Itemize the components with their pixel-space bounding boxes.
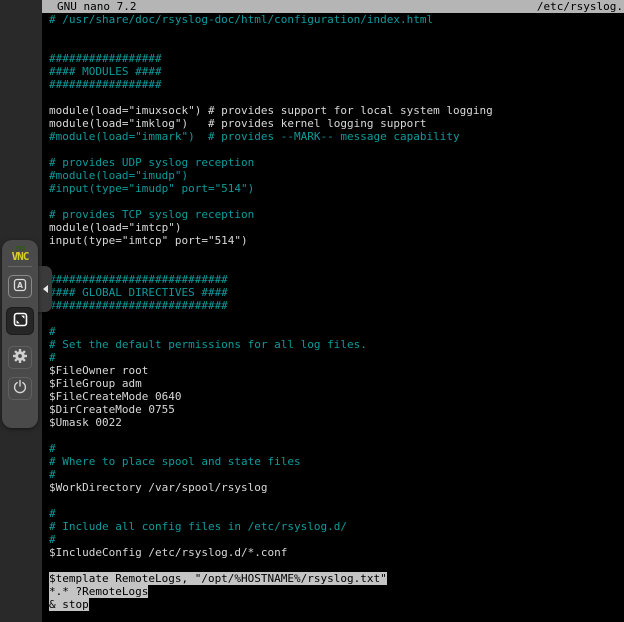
code-line: $DirCreateMode 0755 bbox=[49, 403, 624, 416]
code-line bbox=[49, 312, 624, 325]
code-line bbox=[49, 429, 624, 442]
settings-button[interactable] bbox=[8, 346, 32, 369]
code-line bbox=[49, 26, 624, 39]
disconnect-button[interactable] bbox=[8, 377, 32, 400]
nano-filename: /etc/rsyslog. bbox=[537, 0, 623, 13]
code-line: $template RemoteLogs, "/opt/%HOSTNAME%/r… bbox=[49, 572, 624, 585]
code-line bbox=[49, 260, 624, 273]
code-line: $WorkDirectory /var/spool/rsyslog bbox=[49, 481, 624, 494]
code-line bbox=[49, 39, 624, 52]
code-line: $FileGroup adm bbox=[49, 377, 624, 390]
novnc-logo-vnc: VNC bbox=[12, 253, 29, 261]
code-line bbox=[49, 195, 624, 208]
code-line: #### GLOBAL DIRECTIVES #### bbox=[49, 286, 624, 299]
nano-version: GNU nano 7.2 bbox=[57, 0, 136, 13]
code-line: # bbox=[49, 325, 624, 338]
nano-titlebar: GNU nano 7.2 /etc/rsyslog. bbox=[42, 0, 624, 13]
code-line bbox=[49, 247, 624, 260]
code-line: ########################### bbox=[49, 273, 624, 286]
code-line: $FileOwner root bbox=[49, 364, 624, 377]
code-line: # bbox=[49, 442, 624, 455]
code-line: # Include all config files in /etc/rsysl… bbox=[49, 520, 624, 533]
code-line: # /usr/share/doc/rsyslog-doc/html/config… bbox=[49, 13, 624, 26]
code-line: module(load="imtcp") bbox=[49, 221, 624, 234]
editor-area[interactable]: # /usr/share/doc/rsyslog-doc/html/config… bbox=[42, 13, 624, 611]
code-line: # bbox=[49, 507, 624, 520]
code-line: ################# bbox=[49, 52, 624, 65]
power-icon bbox=[12, 379, 28, 399]
code-line: #module(load="immark") # provides --MARK… bbox=[49, 130, 624, 143]
fullscreen-button[interactable] bbox=[6, 307, 34, 335]
code-line: #input(type="imudp" port="514") bbox=[49, 182, 624, 195]
code-line: $FileCreateMode 0640 bbox=[49, 390, 624, 403]
code-line: # Where to place spool and state files bbox=[49, 455, 624, 468]
code-line: # bbox=[49, 533, 624, 546]
code-line: # bbox=[49, 468, 624, 481]
gear-icon bbox=[11, 347, 29, 369]
code-line: $IncludeConfig /etc/rsyslog.d/*.conf bbox=[49, 546, 624, 559]
code-line: $Umask 0022 bbox=[49, 416, 624, 429]
code-line: ########################### bbox=[49, 299, 624, 312]
code-line: # provides TCP syslog reception bbox=[49, 208, 624, 221]
code-line bbox=[49, 143, 624, 156]
code-line: # Set the default permissions for all lo… bbox=[49, 338, 624, 351]
novnc-control-bar: no VNC A bbox=[2, 240, 38, 428]
control-bar-divider bbox=[8, 266, 32, 267]
fullscreen-icon bbox=[12, 311, 29, 332]
code-line: # provides UDP syslog reception bbox=[49, 156, 624, 169]
code-line: module(load="imuxsock") # provides suppo… bbox=[49, 104, 624, 117]
code-line: & stop bbox=[49, 598, 624, 611]
novnc-logo: no VNC bbox=[12, 245, 29, 261]
code-line: module(load="imklog") # provides kernel … bbox=[49, 117, 624, 130]
code-line: ################# bbox=[49, 78, 624, 91]
svg-text:A: A bbox=[17, 281, 23, 290]
terminal-window[interactable]: GNU nano 7.2 /etc/rsyslog. # /usr/share/… bbox=[42, 0, 624, 622]
code-line bbox=[49, 559, 624, 572]
a-key-icon: A bbox=[12, 277, 28, 297]
code-line: input(type="imtcp" port="514") bbox=[49, 234, 624, 247]
extra-keys-button[interactable]: A bbox=[8, 275, 32, 298]
code-line: *.* ?RemoteLogs bbox=[49, 585, 624, 598]
code-line bbox=[49, 91, 624, 104]
code-line: # bbox=[49, 351, 624, 364]
code-line: #### MODULES #### bbox=[49, 65, 624, 78]
code-line: #module(load="imudp") bbox=[49, 169, 624, 182]
collapse-arrow-icon bbox=[43, 285, 48, 293]
code-line bbox=[49, 494, 624, 507]
